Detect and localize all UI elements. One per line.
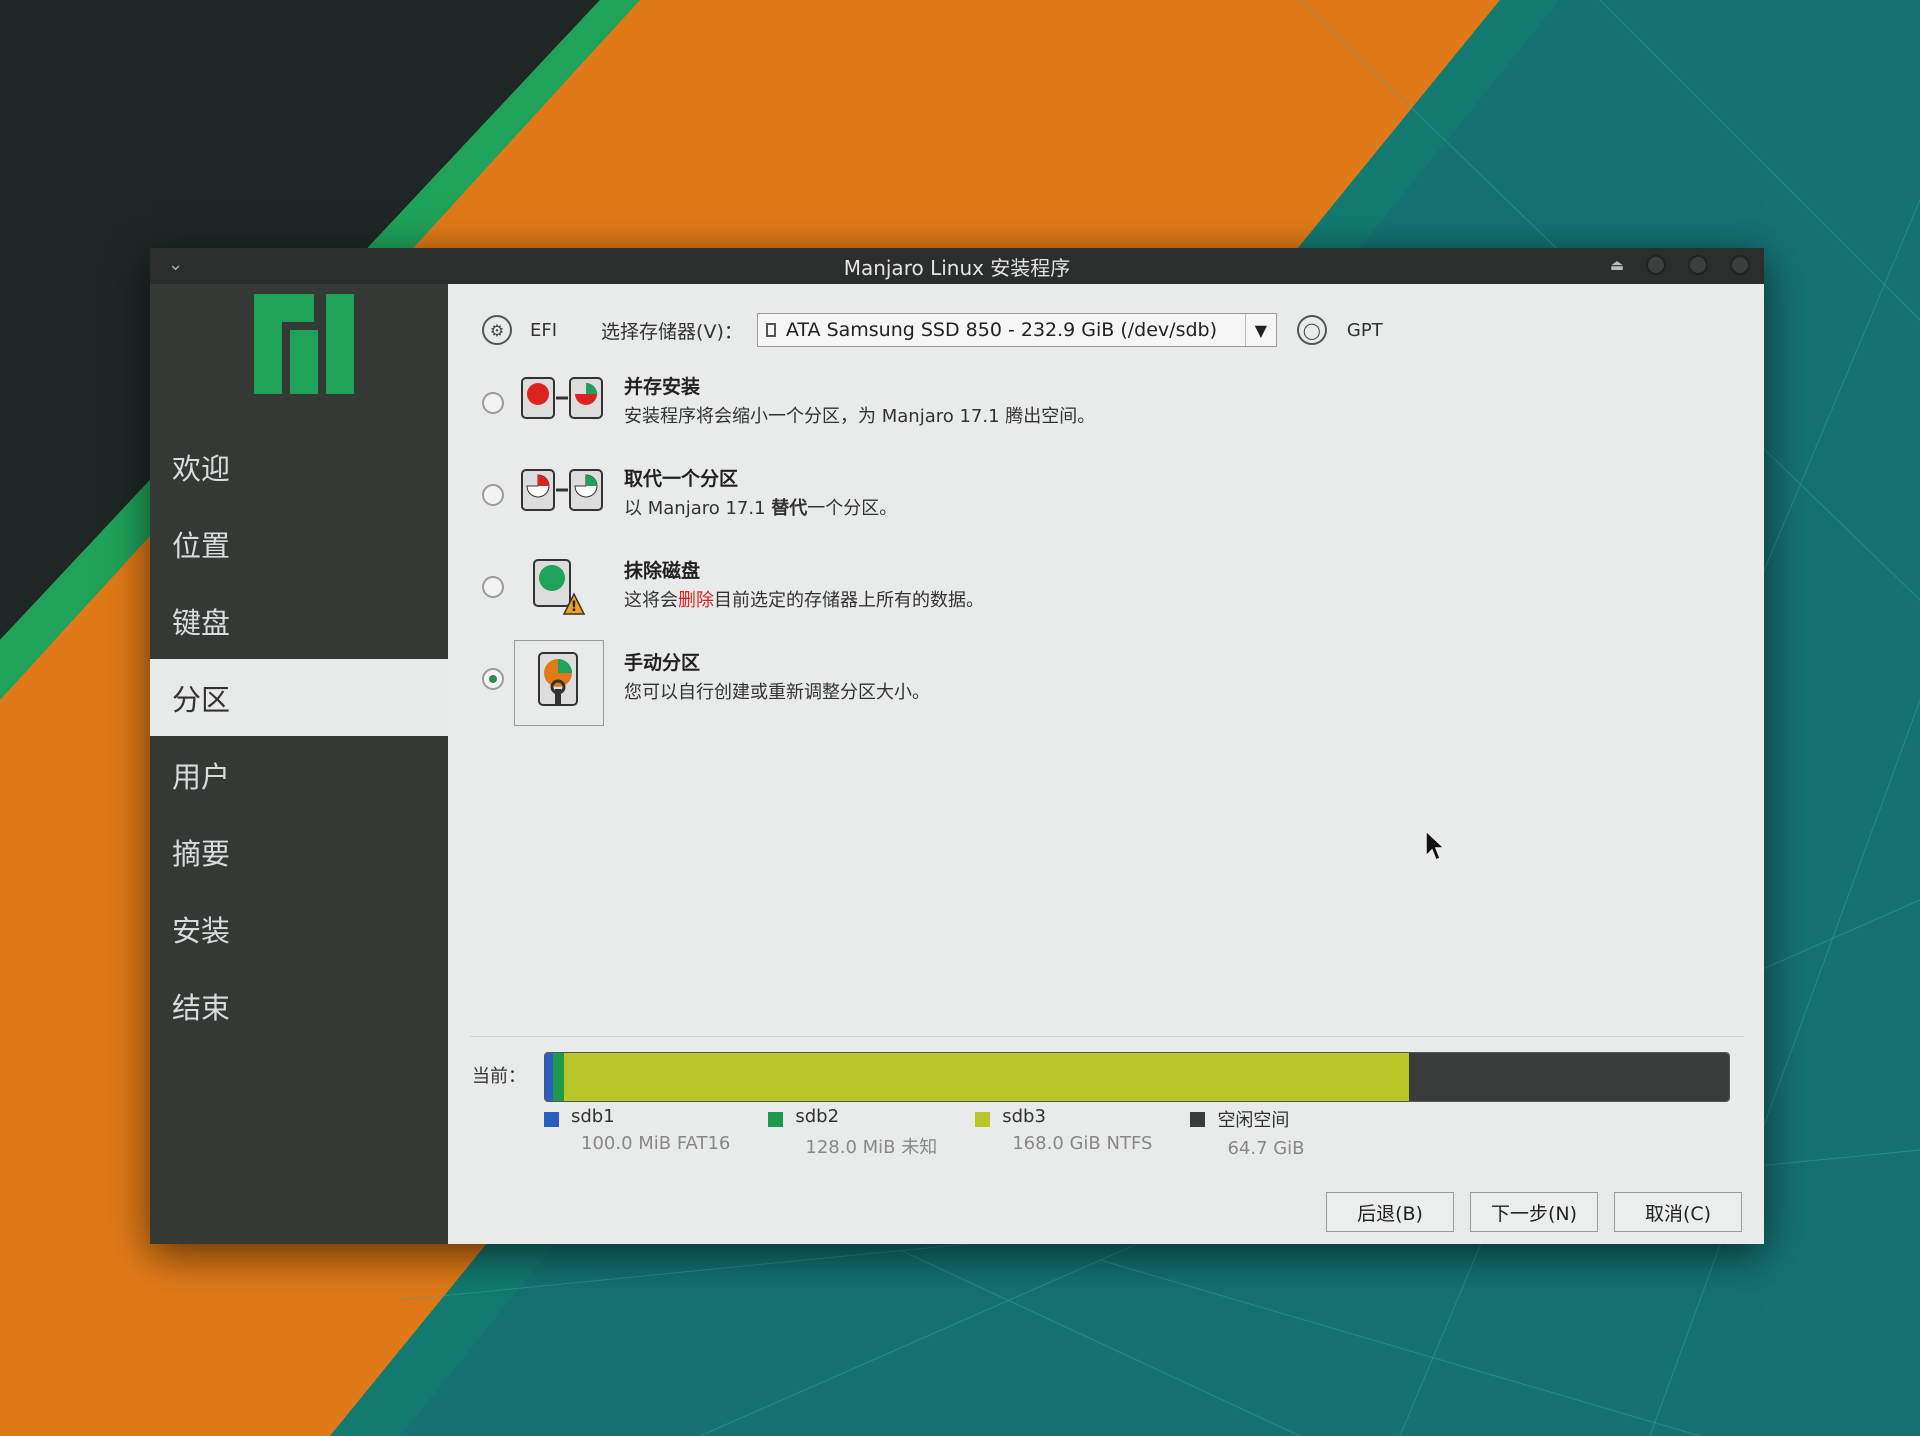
navigation-buttons: 后退(B) 下一步(N) 取消(C) [1326, 1192, 1742, 1232]
option-description-text: 以 Manjaro 17.1 [624, 498, 772, 519]
device-select[interactable]: ATA Samsung SSD 850 - 232.9 GiB (/dev/sd… [756, 313, 1277, 347]
option-manual-partition[interactable]: 手动分区 您可以自行创建或重新调整分区大小。 [482, 640, 1382, 740]
replace-disks-icon [521, 469, 603, 511]
sidebar-item-summary[interactable]: 摘要 [150, 813, 448, 890]
legend-item: sdb1 100.0 MiB FAT16 [544, 1106, 730, 1159]
legend-name: sdb1 [571, 1106, 615, 1127]
option-radio[interactable] [482, 576, 504, 598]
installer-window: ⌄ Manjaro Linux 安装程序 ⏏ 欢迎 位置 键盘 分区 用户 摘要… [150, 248, 1764, 1244]
sidebar-item-keyboard[interactable]: 键盘 [150, 582, 448, 659]
sidebar-nav: 欢迎 位置 键盘 分区 用户 摘要 安装 结束 [150, 428, 448, 1044]
partition-table-icon: ◯ [1296, 315, 1327, 345]
partition-legend: sdb1 100.0 MiB FAT16 sdb2 128.0 MiB 未知 sdb3 1… [544, 1106, 1343, 1159]
option-radio[interactable] [482, 484, 504, 506]
manjaro-logo [254, 294, 354, 394]
device-select-value: ATA Samsung SSD 850 - 232.9 GiB (/dev/sd… [785, 319, 1218, 341]
partition-segment [553, 1053, 564, 1101]
partition-segment [563, 1053, 1410, 1101]
sidebar-item-welcome[interactable]: 欢迎 [150, 428, 448, 505]
option-description-text: 目前选定的存储器上所有的数据。 [714, 590, 984, 611]
legend-info: 64.7 GiB [1227, 1138, 1305, 1159]
option-install-alongside[interactable]: 并存安装 安装程序将会缩小一个分区，为 Manjaro 17.1 腾出空间。 [482, 372, 1382, 464]
window-menu-chevron-icon[interactable]: ⌄ [168, 254, 183, 275]
sidebar-item-finish[interactable]: 结束 [150, 967, 448, 1044]
alongside-disks-icon [521, 377, 603, 419]
window-controls: ⏏ [1610, 255, 1750, 275]
efi-gear-icon: ⚙ [482, 315, 512, 345]
legend-swatch [544, 1112, 559, 1127]
efi-label: EFI [530, 319, 558, 341]
back-button[interactable]: 后退(B) [1326, 1192, 1454, 1232]
partition-segment [545, 1053, 554, 1101]
option-description: 以 Manjaro 17.1 替代一个分区。 [624, 494, 897, 520]
sidebar-item-location[interactable]: 位置 [150, 505, 448, 582]
next-button[interactable]: 下一步(N) [1470, 1192, 1598, 1232]
sidebar-item-label: 摘要 [172, 836, 231, 871]
sidebar-item-install[interactable]: 安装 [150, 890, 448, 967]
window-title: Manjaro Linux 安装程序 [843, 255, 1071, 280]
sidebar-item-label: 键盘 [172, 605, 231, 640]
maximize-button[interactable] [1688, 255, 1708, 275]
legend-item: sdb3 168.0 GiB NTFS [975, 1106, 1152, 1159]
sidebar-item-label: 欢迎 [172, 451, 231, 486]
option-description-text: 一个分区。 [807, 498, 898, 519]
sidebar-item-label: 位置 [172, 528, 231, 563]
legend-name: sdb3 [1002, 1106, 1046, 1127]
legend-swatch [1190, 1112, 1206, 1127]
sidebar-item-partitions[interactable]: 分区 [150, 659, 448, 736]
legend-swatch [975, 1112, 991, 1127]
eject-icon[interactable]: ⏏ [1610, 256, 1624, 274]
option-description-text: 安装程序将会缩小一个分区，为 Manjaro 17.1 腾出空间。 [624, 406, 1096, 427]
partition-table-label: GPT [1346, 319, 1383, 341]
legend-swatch [768, 1112, 784, 1127]
option-replace-partition[interactable]: 取代一个分区 以 Manjaro 17.1 替代一个分区。 [482, 464, 1382, 556]
option-description-text: 这将会 [624, 590, 678, 611]
option-title: 并存安装 [624, 376, 701, 398]
option-title: 取代一个分区 [624, 468, 739, 490]
legend-info: 168.0 GiB NTFS [1012, 1133, 1153, 1154]
option-description: 这将会删除目前选定的存储器上所有的数据。 [624, 586, 984, 612]
option-description-danger: 删除 [678, 590, 714, 611]
legend-name: 空闲空间 [1217, 1110, 1290, 1131]
option-title: 手动分区 [624, 652, 701, 674]
sidebar-item-label: 安装 [172, 913, 231, 948]
option-description: 安装程序将会缩小一个分区，为 Manjaro 17.1 腾出空间。 [624, 402, 1095, 428]
option-erase-disk[interactable]: ! 抹除磁盘 这将会删除目前选定的存储器上所有的数据。 [482, 556, 1382, 648]
sidebar-item-label: 用户 [172, 759, 231, 794]
legend-info: 100.0 MiB FAT16 [581, 1133, 731, 1154]
manual-partition-icon [514, 640, 604, 726]
option-description: 您可以自行创建或重新调整分区大小。 [624, 678, 930, 704]
chevron-down-icon[interactable]: ▼ [1244, 314, 1276, 346]
partition-bar [544, 1052, 1730, 1102]
storage-toolbar: ⚙ EFI 选择存储器(V)： ATA Samsung SSD 850 - 23… [482, 310, 1383, 350]
cancel-button[interactable]: 取消(C) [1614, 1192, 1742, 1232]
drive-icon [765, 323, 776, 337]
option-radio[interactable] [482, 392, 504, 414]
sidebar: 欢迎 位置 键盘 分区 用户 摘要 安装 结束 [150, 284, 448, 1244]
option-description-text: 您可以自行创建或重新调整分区大小。 [624, 682, 930, 703]
sidebar-item-label: 结束 [172, 990, 231, 1025]
sidebar-item-label: 分区 [172, 682, 231, 717]
svg-text:!: ! [571, 599, 577, 615]
current-layout-label: 当前： [472, 1066, 526, 1087]
legend-info: 128.0 MiB 未知 [805, 1137, 938, 1158]
partition-segment [1409, 1053, 1729, 1101]
partition-page: ⚙ EFI 选择存储器(V)： ATA Samsung SSD 850 - 23… [448, 284, 1764, 1244]
option-description-emphasis: 替代 [771, 498, 808, 519]
erase-disk-warning-icon: ! [533, 559, 586, 615]
legend-item: sdb2 128.0 MiB 未知 [768, 1106, 937, 1159]
device-select-label: 选择存储器(V)： [601, 320, 743, 343]
legend-name: sdb2 [795, 1106, 840, 1127]
install-options: 并存安装 安装程序将会缩小一个分区，为 Manjaro 17.1 腾出空间。 取… [482, 372, 1382, 740]
mouse-pointer-icon [1425, 830, 1446, 862]
sidebar-item-users[interactable]: 用户 [150, 736, 448, 813]
close-button[interactable] [1730, 255, 1750, 275]
option-title: 抹除磁盘 [624, 560, 701, 582]
minimize-button[interactable] [1646, 255, 1666, 275]
divider [470, 1036, 1744, 1037]
titlebar[interactable]: ⌄ Manjaro Linux 安装程序 ⏏ [150, 248, 1764, 284]
option-radio-selected[interactable] [482, 668, 504, 690]
legend-item: 空闲空间 64.7 GiB [1190, 1106, 1305, 1159]
